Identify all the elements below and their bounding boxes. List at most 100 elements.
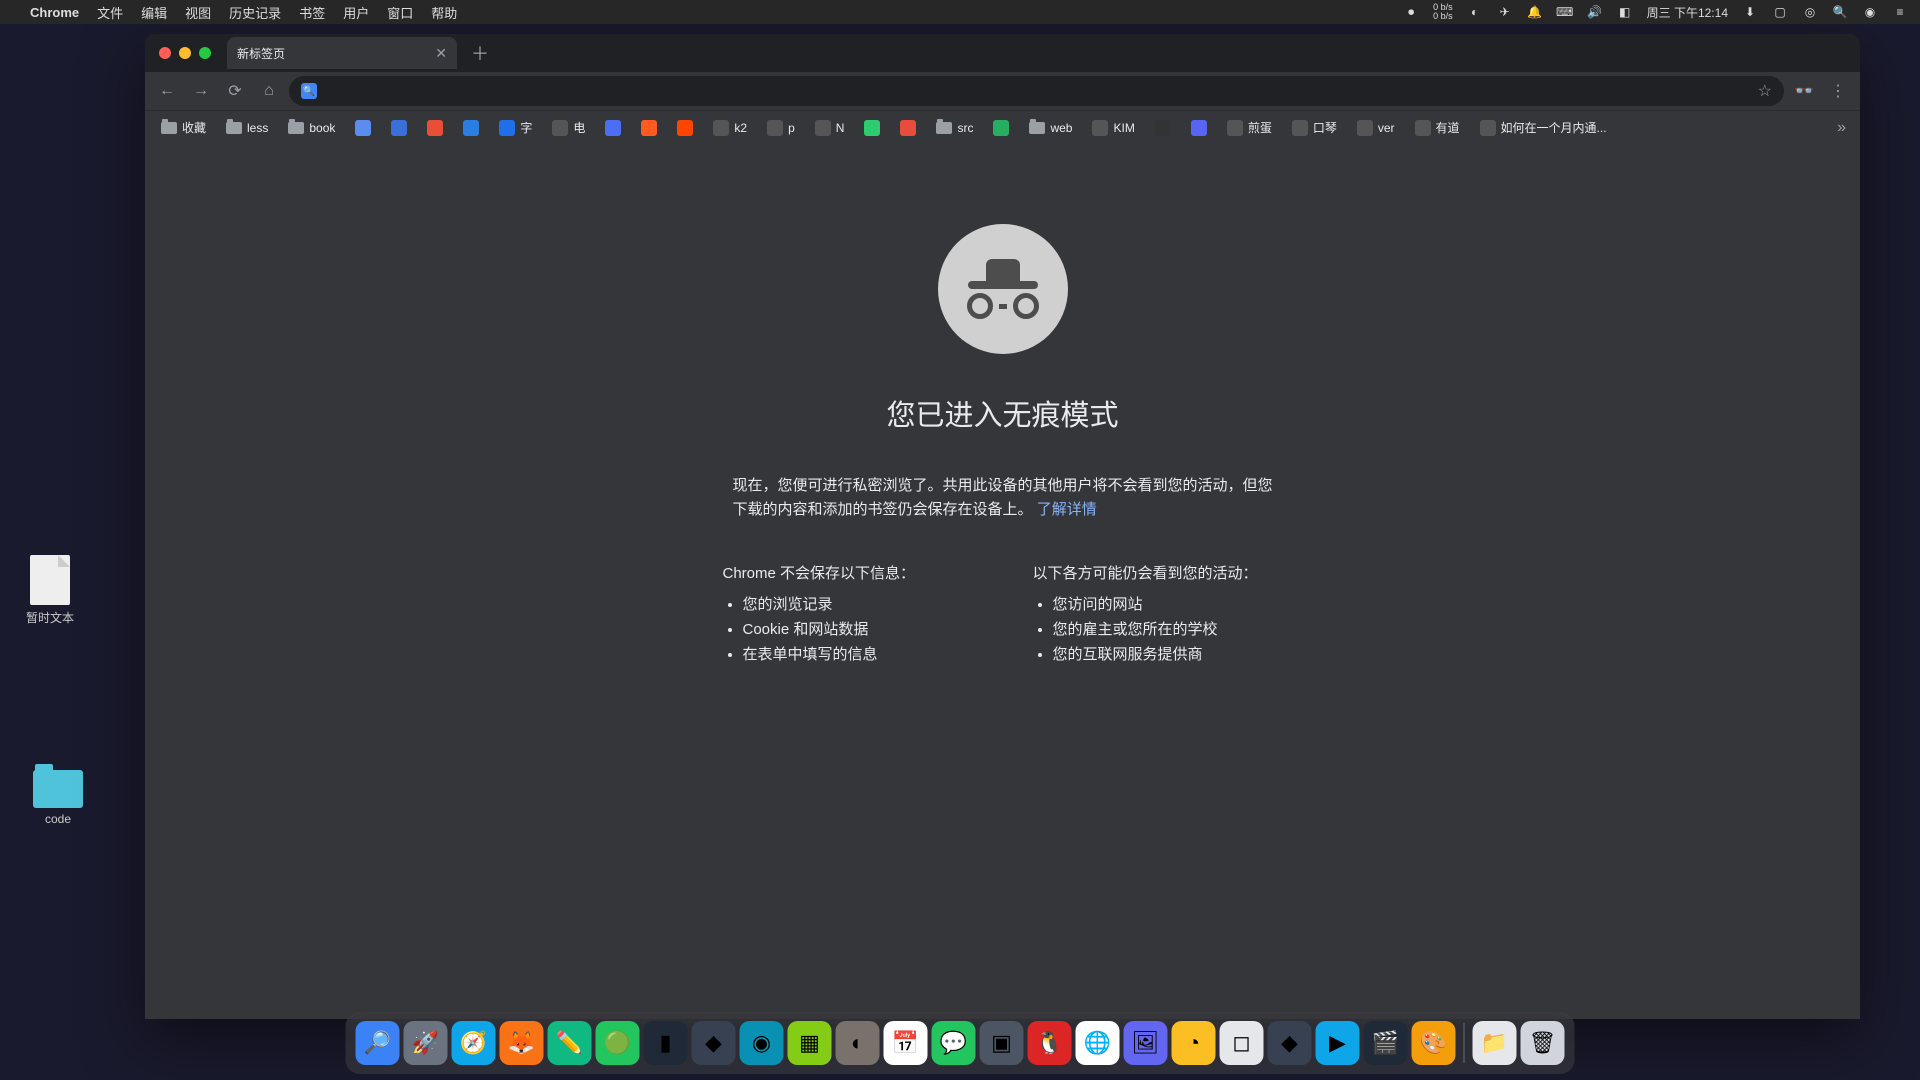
input-icon[interactable]: ⌨	[1557, 4, 1573, 20]
dock-app11-icon[interactable]: 🎬	[1364, 1021, 1408, 1065]
dock-terminal-icon[interactable]: ▮	[644, 1021, 688, 1065]
bookmark-item[interactable]	[421, 116, 449, 140]
bookmark-item[interactable]: 如何在一个月内通...	[1474, 115, 1613, 140]
menu-edit[interactable]: 编辑	[141, 3, 167, 22]
forward-button[interactable]: →	[187, 77, 215, 105]
url-input[interactable]	[325, 83, 1750, 99]
bookmark-item[interactable]: web	[1023, 117, 1078, 139]
back-button[interactable]: ←	[153, 77, 181, 105]
bookmark-item[interactable]	[1185, 116, 1213, 140]
telegram-icon[interactable]: ✈	[1497, 4, 1513, 20]
favicon-icon	[713, 120, 729, 136]
bookmark-item[interactable]: src	[930, 117, 979, 139]
sync-icon[interactable]: ◎	[1802, 4, 1818, 20]
dock-app2-icon[interactable]: ◆	[692, 1021, 736, 1065]
dock-folder-icon[interactable]: 📁	[1473, 1021, 1517, 1065]
bookmark-item[interactable]	[671, 116, 699, 140]
menu-help[interactable]: 帮助	[431, 3, 457, 22]
menu-view[interactable]: 视图	[185, 3, 211, 22]
bookmark-item[interactable]	[385, 116, 413, 140]
close-window-button[interactable]	[159, 47, 171, 59]
favicon-icon	[499, 120, 515, 136]
learn-more-link[interactable]: 了解详情	[1037, 501, 1097, 518]
minimize-window-button[interactable]	[179, 47, 191, 59]
list-item: 您的浏览记录	[743, 593, 973, 614]
dock-app9-icon[interactable]: ◆	[1268, 1021, 1312, 1065]
new-tab-button[interactable]: ＋	[465, 40, 495, 66]
dock-app-icon[interactable]: 🟢	[596, 1021, 640, 1065]
dock-app3-icon[interactable]: ◉	[740, 1021, 784, 1065]
dock-photos-icon[interactable]: 🖼	[1124, 1021, 1168, 1065]
status-icon[interactable]: ◐	[1467, 4, 1483, 20]
browser-tab[interactable]: 新标签页 ✕	[227, 37, 457, 69]
app-icon[interactable]: ◧	[1617, 4, 1633, 20]
bookmark-item[interactable]	[457, 116, 485, 140]
bookmark-item[interactable]: N	[809, 116, 851, 140]
dock-firefox-icon[interactable]: 🦊	[500, 1021, 544, 1065]
bell-icon[interactable]: 🔔	[1527, 4, 1543, 20]
dock-wechat-icon[interactable]: 💬	[932, 1021, 976, 1065]
chrome-menu-button[interactable]: ⋮	[1824, 77, 1852, 105]
bookmark-item[interactable]	[635, 116, 663, 140]
clock[interactable]: 周三 下午12:14	[1647, 4, 1728, 21]
bookmark-item[interactable]: 收藏	[155, 115, 212, 140]
display-icon[interactable]: ▢	[1772, 4, 1788, 20]
dock-app8-icon[interactable]: ◻	[1220, 1021, 1264, 1065]
siri-icon[interactable]: ◉	[1862, 4, 1878, 20]
bookmark-item[interactable]	[349, 116, 377, 140]
bookmark-item[interactable]: 字	[493, 115, 538, 140]
dock-safari-icon[interactable]: 🧭	[452, 1021, 496, 1065]
menu-history[interactable]: 历史记录	[229, 3, 281, 22]
menu-bookmarks[interactable]: 书签	[299, 3, 325, 22]
dock-trash-icon[interactable]: 🗑	[1521, 1021, 1565, 1065]
menu-file[interactable]: 文件	[97, 3, 123, 22]
menu-window[interactable]: 窗口	[387, 3, 413, 22]
app-name[interactable]: Chrome	[30, 5, 79, 20]
menu-user[interactable]: 用户	[343, 3, 369, 22]
bookmark-item[interactable]	[599, 116, 627, 140]
screencast-icon[interactable]: ⏺	[1403, 4, 1419, 20]
dock-finder-icon[interactable]: 🔎	[356, 1021, 400, 1065]
bookmark-item[interactable]: 煎蛋	[1221, 115, 1278, 140]
notification-center-icon[interactable]: ≡	[1892, 4, 1908, 20]
bookmark-item[interactable]	[987, 116, 1015, 140]
bookmark-star-icon[interactable]: ☆	[1758, 81, 1772, 101]
incognito-icon	[938, 224, 1068, 354]
bookmark-item[interactable]	[1149, 116, 1177, 140]
desktop-folder[interactable]: code	[18, 770, 98, 826]
bookmark-item[interactable]: k2	[707, 116, 753, 140]
dock-app4-icon[interactable]: ▦	[788, 1021, 832, 1065]
bookmark-item[interactable]: p	[761, 116, 801, 140]
dock-app6-icon[interactable]: ▣	[980, 1021, 1024, 1065]
dock-calendar-icon[interactable]: 📅	[884, 1021, 928, 1065]
dock-app7-icon[interactable]: ◔	[1172, 1021, 1216, 1065]
dock-chrome-icon[interactable]: 🌐	[1076, 1021, 1120, 1065]
bookmark-item[interactable]: 有道	[1409, 115, 1466, 140]
incognito-indicator-icon[interactable]: 👓	[1790, 77, 1818, 105]
home-button[interactable]: ⌂	[255, 77, 283, 105]
bookmark-item[interactable]: ver	[1351, 116, 1401, 140]
desktop-file[interactable]: 暂时文本	[10, 555, 90, 626]
bookmark-item[interactable]: book	[282, 117, 341, 139]
bookmarks-overflow-button[interactable]: »	[1833, 115, 1850, 141]
dock-launchpad-icon[interactable]: 🚀	[404, 1021, 448, 1065]
spotlight-icon[interactable]: 🔍	[1832, 4, 1848, 20]
bookmark-item[interactable]: 电	[546, 115, 591, 140]
bookmark-item[interactable]: 口琴	[1286, 115, 1343, 140]
volume-icon[interactable]: 🔊	[1587, 4, 1603, 20]
bookmark-item[interactable]: KIM	[1086, 116, 1140, 140]
bookmark-item[interactable]	[858, 116, 886, 140]
dock-app10-icon[interactable]: ▶	[1316, 1021, 1360, 1065]
site-info-icon[interactable]: 🔍	[301, 83, 317, 99]
dock-app5-icon[interactable]: ◐	[836, 1021, 880, 1065]
download-icon[interactable]: ⬇	[1742, 4, 1758, 20]
bookmark-item[interactable]	[894, 116, 922, 140]
reload-button[interactable]: ⟳	[221, 77, 249, 105]
dock-editor-icon[interactable]: ✏️	[548, 1021, 592, 1065]
dock-qq-icon[interactable]: 🐧	[1028, 1021, 1072, 1065]
address-bar[interactable]: 🔍 ☆	[289, 76, 1784, 106]
maximize-window-button[interactable]	[199, 47, 211, 59]
tab-close-icon[interactable]: ✕	[435, 45, 447, 62]
dock-app12-icon[interactable]: 🎨	[1412, 1021, 1456, 1065]
bookmark-item[interactable]: less	[220, 117, 274, 139]
